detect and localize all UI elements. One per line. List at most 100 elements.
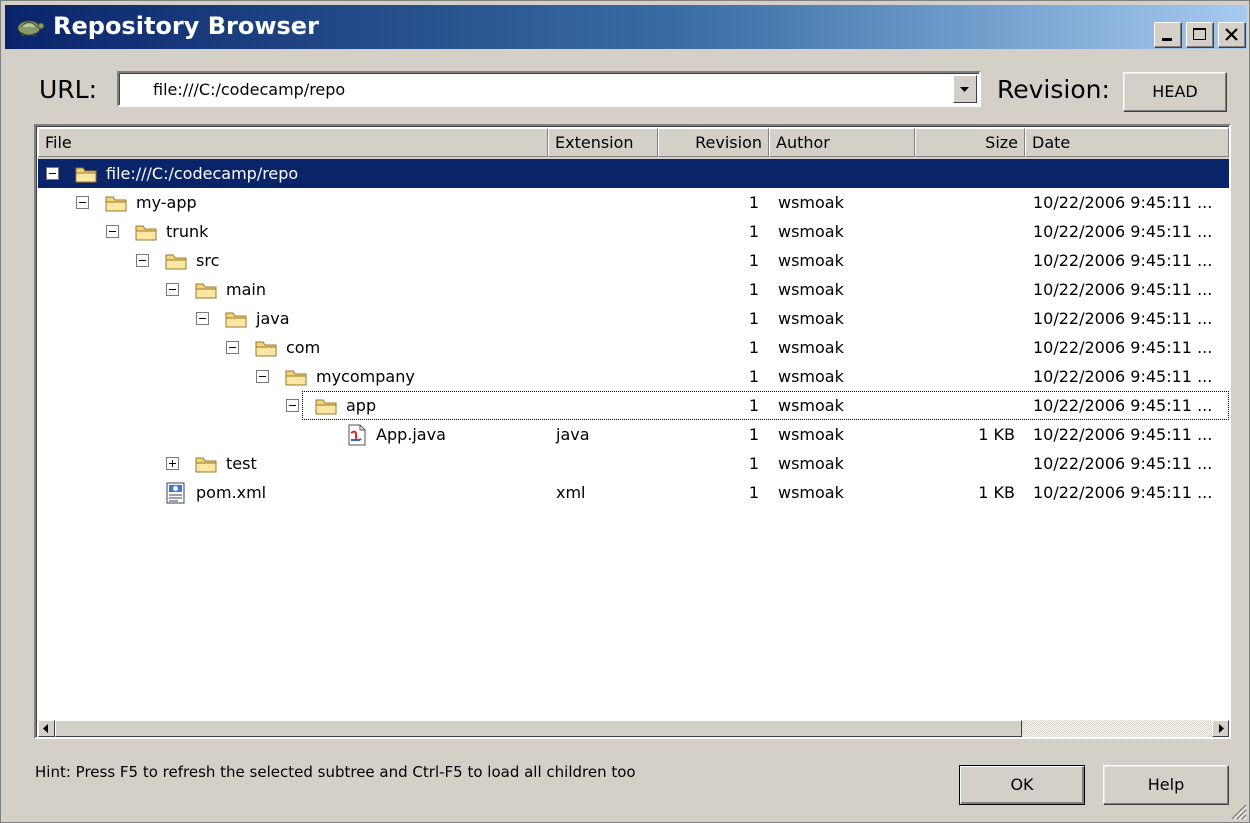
minimize-icon: [1162, 38, 1172, 41]
hint-text: Hint: Press F5 to refresh the selected s…: [35, 763, 636, 781]
file-author: wsmoak: [778, 338, 844, 357]
file-revision: 1: [748, 193, 759, 212]
folder-icon: [224, 308, 248, 330]
scroll-left-button[interactable]: [38, 720, 55, 737]
file-name: App.java: [376, 425, 446, 444]
column-revision[interactable]: Revision: [658, 128, 769, 157]
scroll-track[interactable]: [1022, 720, 1212, 737]
scroll-thumb[interactable]: [55, 720, 1022, 737]
file-name: test: [226, 454, 257, 473]
file-date: 10/22/2006 9:45:11 ...: [1033, 280, 1213, 299]
file-extension: xml: [556, 483, 586, 502]
file-author: wsmoak: [778, 309, 844, 328]
repository-browser-window: Repository Browser URL: file:///C:/codec…: [0, 0, 1250, 823]
collapse-icon[interactable]: [226, 341, 239, 354]
focus-rectangle: [302, 391, 1229, 420]
file-author: wsmoak: [778, 280, 844, 299]
tree-row[interactable]: src 1 wsmoak 10/22/2006 9:45:11 ...: [38, 246, 1229, 275]
file-name: com: [286, 338, 321, 357]
column-size[interactable]: Size: [915, 128, 1025, 157]
close-icon: [1225, 28, 1238, 41]
tree-row[interactable]: mycompany 1 wsmoak 10/22/2006 9:45:11 ...: [38, 362, 1229, 391]
java-file-icon: [344, 424, 368, 446]
column-file[interactable]: File: [38, 128, 548, 157]
file-size: 1 KB: [978, 483, 1015, 502]
expand-icon[interactable]: [166, 457, 179, 470]
file-author: wsmoak: [778, 425, 844, 444]
file-date: 10/22/2006 9:45:11 ...: [1033, 338, 1213, 357]
file-revision: 1: [748, 367, 759, 386]
tree-row[interactable]: file:///C:/codecamp/repo: [38, 159, 1229, 188]
folder-icon: [74, 163, 98, 185]
collapse-icon[interactable]: [166, 283, 179, 296]
tree-row[interactable]: app 1 wsmoak 10/22/2006 9:45:11 ...: [38, 391, 1229, 420]
column-extension[interactable]: Extension: [548, 128, 658, 157]
file-extension: java: [556, 425, 590, 444]
file-size: 1 KB: [978, 425, 1015, 444]
tree-row[interactable]: com 1 wsmoak 10/22/2006 9:45:11 ...: [38, 333, 1229, 362]
tree-row[interactable]: my-app 1 wsmoak 10/22/2006 9:45:11 ...: [38, 188, 1229, 217]
file-revision: 1: [748, 483, 759, 502]
folder-icon: [194, 453, 218, 475]
horizontal-scrollbar[interactable]: [38, 720, 1229, 737]
url-dropdown-button[interactable]: [953, 75, 977, 103]
collapse-icon[interactable]: [76, 196, 89, 209]
file-name: file:///C:/codecamp/repo: [106, 164, 299, 183]
repository-tree-list[interactable]: File Extension Revision Author Size Date…: [34, 124, 1231, 739]
file-date: 10/22/2006 9:45:11 ...: [1033, 454, 1213, 473]
file-author: wsmoak: [778, 193, 844, 212]
file-name: my-app: [136, 193, 197, 212]
revision-label: Revision:: [997, 75, 1110, 104]
collapse-icon[interactable]: [196, 312, 209, 325]
chevron-down-icon: [960, 87, 969, 92]
collapse-icon[interactable]: [256, 370, 269, 383]
window-title: Repository Browser: [53, 12, 319, 40]
help-button[interactable]: Help: [1103, 765, 1229, 805]
file-name: java: [256, 309, 290, 328]
tortoise-app-icon: [17, 20, 45, 36]
minimize-button[interactable]: [1154, 22, 1182, 48]
collapse-icon[interactable]: [136, 254, 149, 267]
file-name: trunk: [166, 222, 209, 241]
title-bar[interactable]: Repository Browser: [5, 5, 1247, 49]
file-author: wsmoak: [778, 222, 844, 241]
folder-icon: [194, 279, 218, 301]
close-button[interactable]: [1218, 22, 1246, 48]
file-revision: 1: [748, 251, 759, 270]
file-name: main: [226, 280, 266, 299]
url-combobox[interactable]: file:///C:/codecamp/repo: [117, 71, 981, 107]
resize-grip-icon[interactable]: [1227, 800, 1247, 820]
column-date[interactable]: Date: [1025, 128, 1229, 157]
column-header: File Extension Revision Author Size Date: [38, 128, 1229, 159]
head-revision-button[interactable]: HEAD: [1123, 72, 1227, 112]
file-date: 10/22/2006 9:45:11 ...: [1033, 483, 1213, 502]
column-author[interactable]: Author: [769, 128, 915, 157]
tree-row[interactable]: trunk 1 wsmoak 10/22/2006 9:45:11 ...: [38, 217, 1229, 246]
maximize-icon: [1193, 28, 1206, 40]
file-date: 10/22/2006 9:45:11 ...: [1033, 309, 1213, 328]
maximize-button[interactable]: [1186, 22, 1214, 48]
folder-icon: [104, 192, 128, 214]
tree-row[interactable]: App.java java 1 wsmoak 1 KB 10/22/2006 9:45:1…: [38, 420, 1229, 449]
collapse-icon[interactable]: [46, 167, 59, 180]
file-revision: 1: [748, 309, 759, 328]
tree-row[interactable]: test 1 wsmoak 10/22/2006 9:45:11 ...: [38, 449, 1229, 478]
file-date: 10/22/2006 9:45:11 ...: [1033, 367, 1213, 386]
folder-icon: [254, 337, 278, 359]
file-revision: 1: [748, 454, 759, 473]
collapse-icon[interactable]: [106, 225, 119, 238]
ok-button[interactable]: OK: [959, 765, 1085, 805]
file-revision: 1: [748, 338, 759, 357]
file-author: wsmoak: [778, 483, 844, 502]
scroll-right-button[interactable]: [1212, 720, 1229, 737]
tree-row[interactable]: main 1 wsmoak 10/22/2006 9:45:11 ...: [38, 275, 1229, 304]
tree-row[interactable]: java 1 wsmoak 10/22/2006 9:45:11 ...: [38, 304, 1229, 333]
collapse-icon[interactable]: [286, 399, 299, 412]
url-value[interactable]: file:///C:/codecamp/repo: [153, 80, 345, 99]
file-revision: 1: [748, 222, 759, 241]
xml-file-icon: [164, 482, 188, 504]
tree-row[interactable]: pom.xml xml 1 wsmoak 1 KB 10/22/2006 9:45:11 …: [38, 478, 1229, 507]
file-date: 10/22/2006 9:45:11 ...: [1033, 222, 1213, 241]
file-date: 10/22/2006 9:45:11 ...: [1033, 251, 1213, 270]
file-date: 10/22/2006 9:45:11 ...: [1033, 193, 1213, 212]
